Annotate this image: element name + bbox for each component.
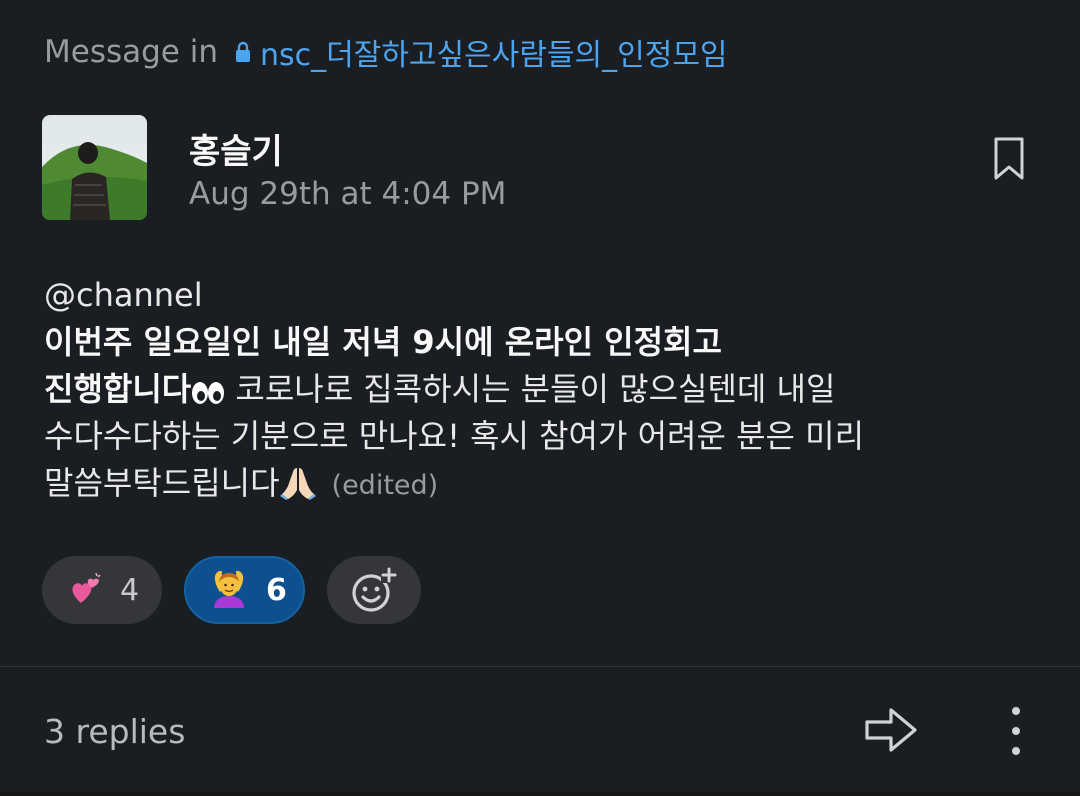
channel-mention[interactable]: @channel: [44, 272, 1044, 319]
folded-hands-emoji: [279, 468, 316, 500]
message-line-3: 수다수다하는 기분으로 만나요! 혹시 참여가 어려운 분은 미리: [44, 417, 865, 455]
message-line-2-bold: 진행합니다: [44, 370, 192, 408]
message-line-1: 이번주 일요일인 내일 저녁 9시에 온라인 인정회고: [44, 323, 722, 361]
avatar-image: [42, 115, 147, 220]
message-line-4: 말씀부탁드립니다 (edited): [44, 460, 1044, 509]
eyes-emoji: [192, 382, 225, 404]
replies-link[interactable]: 3 replies: [44, 712, 185, 751]
bottom-edge: [0, 792, 1080, 796]
add-reaction-button[interactable]: [327, 556, 421, 624]
heart-emoji: [72, 573, 101, 603]
reaction-person-ok[interactable]: 6: [184, 556, 305, 624]
reactions-bar: 4 6: [42, 556, 421, 624]
reaction-count: 6: [266, 572, 287, 608]
message-line-2-rest: 코로나로 집콕하시는 분들이 많으실텐데 내일: [225, 370, 836, 408]
share-arrow-icon[interactable]: [864, 704, 918, 756]
message-line-4-text: 말씀부탁드립니다: [44, 464, 280, 502]
person-gesturing-ok-emoji: [214, 570, 244, 608]
message-context-header: Message in nsc_더잘하고싶은사람들의_인정모임: [44, 30, 728, 74]
channel-link[interactable]: nsc_더잘하고싶은사람들의_인정모임: [260, 30, 728, 74]
reaction-count: 4: [120, 572, 140, 608]
more-vertical-icon[interactable]: [1006, 704, 1026, 758]
message-in-label: Message in: [44, 34, 218, 70]
lock-icon: [235, 41, 250, 62]
message-body: @channel 이번주 일요일인 내일 저녁 9시에 온라인 인정회고 진행합…: [44, 272, 1044, 509]
message-timestamp: Aug 29th at 4:04 PM: [189, 176, 507, 212]
avatar[interactable]: [42, 115, 147, 220]
reaction-heart[interactable]: 4: [42, 556, 162, 624]
author-name[interactable]: 홍슬기: [189, 124, 283, 173]
message-line-2: 진행합니다 코로나로 집콕하시는 분들이 많으실텐데 내일: [44, 366, 1044, 413]
edited-indicator: (edited): [331, 470, 439, 501]
add-reaction-icon: [352, 567, 397, 612]
divider: [0, 666, 1080, 667]
bookmark-icon[interactable]: [992, 136, 1026, 182]
